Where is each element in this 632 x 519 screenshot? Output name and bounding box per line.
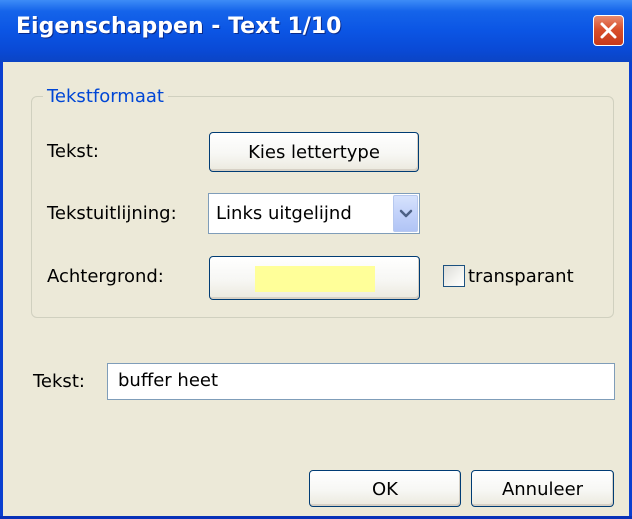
title-bar[interactable]: Eigenschappen - Text 1/10 [0, 0, 632, 62]
window-title: Eigenschappen - Text 1/10 [16, 14, 342, 39]
background-color-button[interactable] [209, 256, 420, 300]
dropdown-arrow-button[interactable] [393, 195, 418, 232]
transparent-label[interactable]: transparant [468, 266, 574, 287]
group-label: Tekstformaat [43, 86, 168, 107]
background-label: Achtergrond: [47, 266, 164, 287]
dialog-window: Eigenschappen - Text 1/10 Tekstformaat T… [0, 0, 632, 519]
text-input[interactable]: buffer heet [107, 363, 615, 400]
alignment-label: Tekstuitlijning: [47, 203, 177, 224]
text-field-label: Tekst: [33, 371, 85, 392]
alignment-select[interactable]: Links uitgelijnd [208, 193, 420, 234]
font-label: Tekst: [47, 141, 99, 162]
background-color-swatch [255, 266, 375, 292]
ok-button[interactable]: OK [309, 470, 461, 507]
close-icon [600, 22, 617, 39]
cancel-button[interactable]: Annuleer [471, 470, 614, 507]
alignment-select-value: Links uitgelijnd [216, 203, 352, 224]
close-button[interactable] [593, 15, 624, 46]
chevron-down-icon [399, 209, 413, 218]
transparent-checkbox[interactable] [443, 265, 465, 287]
choose-font-button[interactable]: Kies lettertype [209, 132, 419, 172]
